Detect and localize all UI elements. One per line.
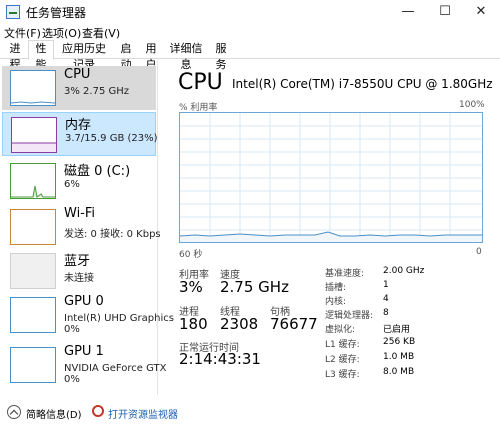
tab-performance[interactable]: 性能	[28, 40, 54, 71]
spec-label: 插槽:	[325, 283, 347, 293]
sidebar-item-detail: 未连接	[64, 273, 94, 284]
sidebar-item-label: GPU 1	[64, 344, 104, 359]
sidebar-item-memory[interactable]: 内存 3.7/15.9 GB (23%)	[2, 112, 158, 156]
tab-users[interactable]: 用户	[139, 41, 163, 71]
spec-value: 1	[383, 280, 389, 290]
resource-sidebar: CPU 3% 2.75 GHz 内存 3.7/15.9 GB (23%) 磁盘 …	[0, 60, 174, 395]
sidebar-item-detail: 3% 2.75 GHz	[64, 86, 130, 97]
spec-label: 逻辑处理器:	[325, 311, 374, 321]
cpu-utilization-graph	[179, 112, 483, 243]
maximize-button[interactable]: ☐	[430, 0, 460, 24]
task-manager-icon	[6, 5, 20, 19]
fewer-details-link[interactable]: 简略信息(D)	[26, 406, 82, 421]
handles-value: 76677	[270, 315, 318, 333]
sidebar-item-bluetooth[interactable]: 蓝牙 未连接	[2, 249, 156, 293]
menu-bar: 文件(F) 选项(O) 查看(V)	[0, 24, 500, 40]
graph-time-label: 60 秒	[179, 250, 203, 260]
resource-monitor-icon	[92, 405, 104, 417]
minimize-button[interactable]: —	[393, 0, 423, 24]
sidebar-item-label: 磁盘 0 (C:)	[64, 164, 131, 179]
bluetooth-thumbnail	[10, 253, 56, 289]
wifi-thumbnail	[10, 209, 56, 245]
sidebar-item-detail: 3.7/15.9 GB (23%)	[65, 133, 158, 144]
tab-services[interactable]: 服务	[209, 41, 233, 71]
spec-value: 4	[383, 294, 389, 304]
tab-bar: 进程 性能 应用历史记录 启动 用户 详细信息 服务	[0, 40, 500, 71]
disk-thumbnail	[10, 163, 56, 199]
spec-label: 基准速度:	[325, 269, 365, 279]
spec-value: 2.00 GHz	[383, 266, 425, 276]
graph-min-label: 0	[476, 247, 482, 257]
cpu-detail-panel: CPU Intel(R) Core(TM) i7-8550U CPU @ 1.8…	[162, 60, 496, 395]
threads-value: 2308	[220, 315, 259, 333]
sidebar-item-label: 内存	[65, 118, 92, 133]
sidebar-item-usage: 0%	[64, 324, 80, 335]
graph-max-label: 100%	[459, 100, 485, 110]
tab-details[interactable]: 详细信息	[164, 41, 208, 71]
menu-options[interactable]: 选项(O)	[42, 25, 81, 41]
sidebar-item-detail: NVIDIA GeForce GTX	[64, 363, 167, 374]
chevron-up-icon[interactable]	[7, 405, 21, 419]
tab-app-history[interactable]: 应用历史记录	[55, 41, 113, 71]
spec-label: L1 缓存:	[325, 340, 360, 350]
sidebar-item-label: 蓝牙	[64, 254, 91, 269]
sidebar-item-label: CPU	[64, 67, 91, 82]
spec-value: 8	[383, 308, 389, 318]
gpu1-thumbnail	[10, 347, 56, 383]
speed-value: 2.75 GHz	[220, 278, 289, 296]
spec-label: L2 缓存:	[325, 355, 360, 365]
spec-value: 1.0 MB	[383, 352, 415, 362]
title-bar: 任务管理器 — ☐ ✕	[0, 0, 500, 24]
uptime-value: 2:14:43:31	[179, 350, 261, 368]
menu-view[interactable]: 查看(V)	[82, 25, 120, 41]
spec-label: L3 缓存:	[325, 370, 360, 380]
tab-startup[interactable]: 启动	[114, 41, 138, 71]
window-title: 任务管理器	[26, 6, 87, 20]
sidebar-item-usage: 0%	[64, 374, 80, 385]
sidebar-item-label: Wi-Fi	[64, 206, 96, 221]
sidebar-item-detail: 发送: 0 接收: 0 Kbps	[64, 229, 161, 240]
sidebar-item-wifi[interactable]: Wi-Fi 发送: 0 接收: 0 Kbps	[2, 205, 161, 249]
processes-value: 180	[179, 315, 208, 333]
close-button[interactable]: ✕	[466, 0, 496, 24]
sidebar-item-disk[interactable]: 磁盘 0 (C:) 6%	[2, 159, 156, 203]
spec-value: 8.0 MB	[383, 367, 415, 377]
sidebar-item-detail: 6%	[64, 179, 80, 190]
sidebar-item-gpu0[interactable]: GPU 0 Intel(R) UHD Graphics 0%	[2, 293, 174, 337]
spec-value: 已启用	[383, 325, 411, 335]
sidebar-item-cpu[interactable]: CPU 3% 2.75 GHz	[2, 66, 156, 110]
spec-value: 256 KB	[383, 337, 416, 347]
tab-processes[interactable]: 进程	[3, 41, 27, 71]
cpu-model-name: Intel(R) Core(TM) i7-8550U CPU @ 1.80GHz	[232, 77, 493, 91]
memory-thumbnail	[11, 117, 57, 153]
page-title: CPU	[178, 70, 223, 95]
spec-label: 内核:	[325, 297, 347, 307]
gpu0-thumbnail	[10, 297, 56, 333]
sidebar-item-gpu1[interactable]: GPU 1 NVIDIA GeForce GTX 0%	[2, 343, 166, 387]
menu-file[interactable]: 文件(F)	[4, 25, 41, 41]
spec-label: 虚拟化:	[325, 325, 356, 335]
utilization-value: 3%	[179, 278, 203, 296]
open-resource-monitor-link[interactable]: 打开资源监视器	[108, 406, 178, 421]
cpu-thumbnail	[10, 70, 56, 106]
sidebar-item-detail: Intel(R) UHD Graphics	[64, 313, 174, 324]
sidebar-item-label: GPU 0	[64, 294, 104, 309]
status-footer: 简略信息(D) 打开资源监视器	[0, 400, 500, 431]
